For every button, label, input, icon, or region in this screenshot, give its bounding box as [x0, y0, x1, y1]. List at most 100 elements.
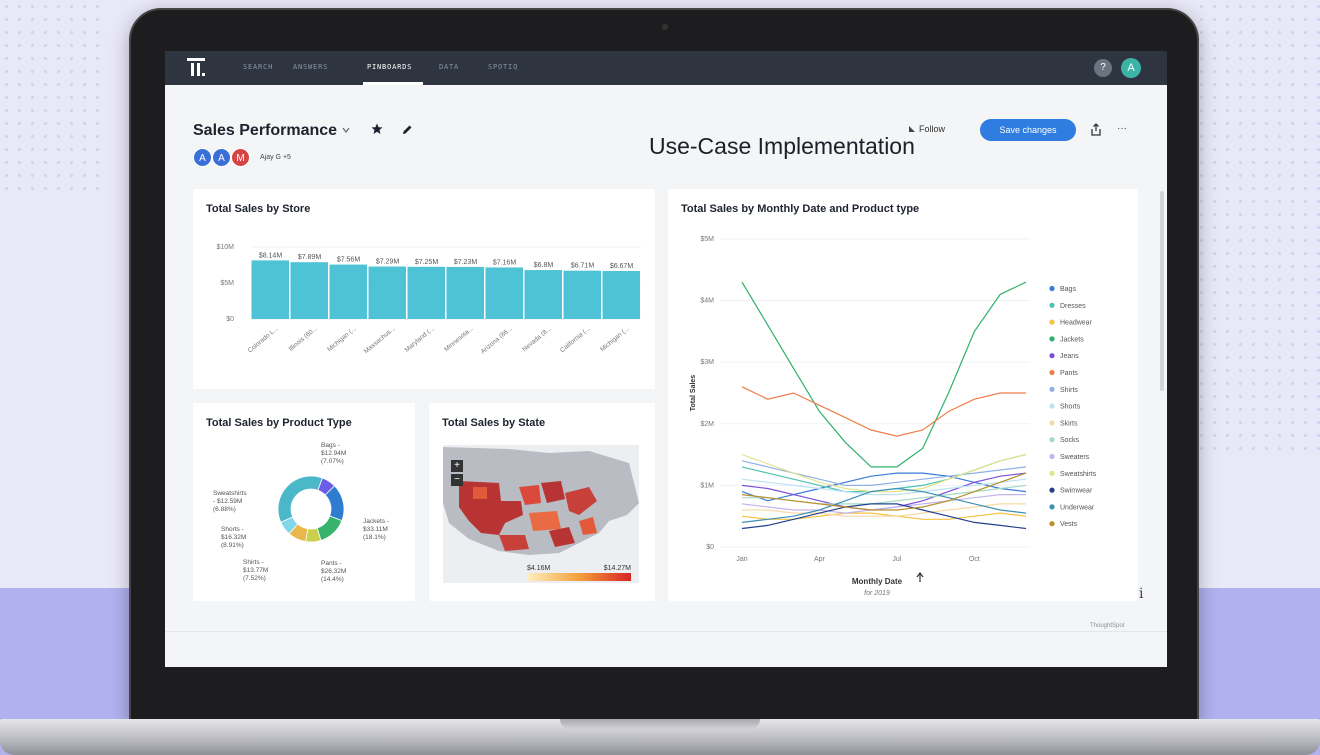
legend-swatch — [1049, 336, 1055, 342]
x-tick-label: Illinois (60... — [288, 325, 319, 353]
legend-label[interactable]: Swimwear — [1060, 488, 1093, 495]
legend-label[interactable]: Headwear — [1060, 320, 1093, 327]
legend-label[interactable]: Skirts — [1060, 420, 1078, 427]
bar-chart[interactable]: $10M $5M $0 $8.14M Colorado L... $7.89M Illino… — [193, 189, 655, 389]
top-nav: SEARCH ANSWERS PINBOARDS DATA SPOTIQ ? A — [165, 51, 1167, 85]
map-legend-scale — [527, 573, 631, 581]
map-zoom-out-button[interactable]: − — [451, 474, 463, 486]
bar[interactable] — [524, 270, 563, 319]
nav-spotiq[interactable]: SPOTIQ — [488, 63, 518, 71]
nav-data[interactable]: DATA — [439, 63, 459, 71]
thoughtspot-logo[interactable] — [187, 58, 205, 78]
x-axis-sublabel: for 2019 — [864, 590, 890, 597]
map-zoom-in-button[interactable]: + — [451, 460, 463, 472]
legend-label[interactable]: Pants — [1060, 370, 1078, 377]
divider — [165, 631, 1167, 632]
laptop-notch — [560, 719, 760, 729]
legend-label[interactable]: Sweatshirts — [1060, 471, 1097, 478]
y-tick-label: $2M — [700, 421, 714, 428]
donut-chart[interactable]: Bags -$12.94M(7.07%) Jackets -$33.11M(18.… — [193, 403, 415, 601]
data-label: $7.16M — [493, 259, 517, 266]
legend-label[interactable]: Jeans — [1060, 353, 1079, 360]
x-tick-label: Arizona (86... — [480, 325, 514, 355]
bar[interactable] — [485, 267, 524, 319]
follow-label: Follow — [919, 124, 946, 134]
bar[interactable] — [602, 270, 641, 319]
user-avatar[interactable]: A — [1121, 58, 1141, 78]
x-tick-label: Maryland (... — [404, 325, 436, 354]
series-line[interactable] — [741, 487, 1027, 523]
data-label: $6.8M — [534, 262, 554, 269]
bar[interactable] — [329, 264, 368, 319]
legend-label[interactable]: Dresses — [1060, 303, 1086, 310]
series-line[interactable] — [741, 454, 1027, 493]
data-label: $6.71M — [571, 263, 595, 270]
star-icon[interactable] — [371, 123, 383, 135]
legend-label[interactable]: Bags — [1060, 286, 1076, 293]
avatar[interactable]: A — [193, 148, 212, 167]
slice-label: (7.52%) — [243, 575, 266, 582]
pie-slice[interactable] — [277, 475, 323, 523]
bar[interactable] — [407, 266, 446, 319]
y-tick-label: $5M — [220, 280, 234, 287]
x-tick-label: Minnesota... — [443, 325, 475, 353]
slice-label: - $12.59M — [213, 498, 242, 505]
scrollbar[interactable] — [1160, 191, 1164, 391]
sort-arrow-icon[interactable] — [916, 572, 924, 582]
series-line[interactable] — [741, 386, 1026, 437]
help-icon[interactable]: ? — [1094, 59, 1112, 77]
legend-swatch — [1049, 420, 1055, 426]
nav-pinboards[interactable]: PINBOARDS — [367, 63, 412, 71]
data-label: $6.67M — [610, 263, 634, 270]
card-sales-by-product-type[interactable]: Total Sales by Product Type Bags - $12.94… — [193, 403, 415, 601]
bar[interactable] — [563, 270, 602, 319]
legend-label[interactable]: Shirts — [1060, 387, 1078, 394]
y-tick-label: $0 — [226, 316, 234, 323]
nav-answers[interactable]: ANSWERS — [293, 63, 328, 71]
follow-icon — [909, 126, 915, 132]
data-label: $7.89M — [298, 254, 322, 261]
slice-label: (14.4%) — [321, 576, 344, 583]
series-line[interactable] — [741, 460, 1027, 486]
bar[interactable] — [446, 266, 485, 319]
legend-label[interactable]: Sweaters — [1060, 454, 1090, 461]
save-changes-button[interactable]: Save changes — [980, 119, 1076, 141]
card-sales-by-store[interactable]: Total Sales by Store $10M $5M $0 $8.14M Colo… — [193, 189, 655, 389]
more-options-icon[interactable]: ··· — [1117, 123, 1127, 134]
legend-label[interactable]: Jackets — [1060, 336, 1084, 343]
x-tick-label: Michigan (... — [326, 325, 358, 353]
legend-label[interactable]: Underwear — [1060, 504, 1095, 511]
avatar[interactable]: A — [212, 148, 231, 167]
slice-label: (7.07%) — [321, 458, 344, 465]
info-icon[interactable]: i — [1139, 586, 1143, 602]
bar[interactable] — [251, 260, 290, 319]
share-icon[interactable] — [1090, 123, 1102, 136]
nav-search[interactable]: SEARCH — [243, 63, 273, 71]
y-tick-label: $1M — [700, 482, 714, 489]
data-label: $7.23M — [454, 259, 478, 266]
shared-with-label[interactable]: Ajay G +5 — [260, 154, 291, 161]
data-label: $7.29M — [376, 259, 400, 266]
bar[interactable] — [368, 266, 407, 319]
legend-label[interactable]: Shorts — [1060, 404, 1081, 411]
slice-label: $16.32M — [221, 534, 246, 541]
x-axis-label[interactable]: Monthly Date — [852, 577, 903, 586]
slice-label: $33.11M — [363, 526, 388, 533]
bar[interactable] — [290, 262, 329, 319]
series-line[interactable] — [741, 281, 1027, 468]
legend-swatch — [1049, 504, 1055, 510]
line-chart[interactable]: $5M$4M$3M$2M$1M$0Jan Apr Jul OctTotal Sales… — [668, 189, 1138, 601]
card-sales-by-monthly-date[interactable]: Total Sales by Monthly Date and Product … — [668, 189, 1138, 601]
x-tick-label: Oct — [969, 556, 980, 563]
state-map[interactable]: $4.16M $14.27M — [429, 403, 655, 601]
series-line[interactable] — [741, 454, 1027, 493]
legend-label[interactable]: Vests — [1060, 521, 1078, 528]
legend-label[interactable]: Socks — [1060, 437, 1080, 444]
pie-slice[interactable] — [316, 515, 343, 541]
pencil-icon[interactable] — [402, 124, 413, 135]
avatar[interactable]: M — [231, 148, 250, 167]
legend-swatch — [1049, 453, 1055, 460]
card-sales-by-state[interactable]: Total Sales by State $4.16M $14.27M + − — [429, 403, 655, 601]
camera — [662, 24, 668, 30]
chevron-down-icon[interactable] — [342, 126, 350, 134]
